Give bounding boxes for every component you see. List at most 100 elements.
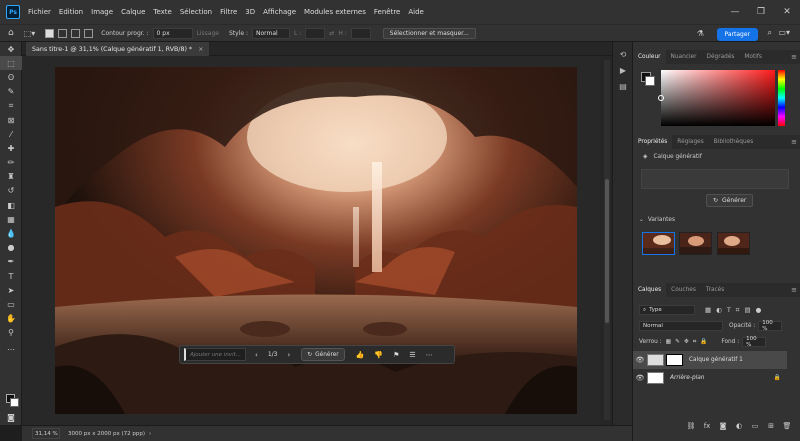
layer-filter-select[interactable]: ⌕ Type [639,305,695,315]
scrollbar-thumb[interactable] [605,179,609,323]
opacity-input[interactable]: 100 % [758,320,783,332]
clone-stamp-tool-icon[interactable]: ♜ [0,170,22,184]
tab-reglages[interactable]: Réglages [672,135,708,149]
add-mask-icon[interactable]: ◙ [715,422,731,430]
delete-layer-icon[interactable]: 🗑 [779,422,795,430]
thumbs-up-icon[interactable]: 👍 [351,351,370,359]
lasso-tool-icon[interactable]: ʘ [0,70,22,84]
tab-couleur[interactable]: Couleur [633,50,666,64]
select-and-mask-button[interactable]: Sélectionner et masquer... [382,27,476,39]
tab-couches[interactable]: Couches [666,283,701,297]
eraser-tool-icon[interactable]: ◧ [0,198,22,212]
intersect-selection-icon[interactable] [84,28,94,38]
tab-bibliotheques[interactable]: Bibliothèques [709,135,759,149]
eyedropper-tool-icon[interactable]: ⁄ [0,127,22,141]
zoom-tool-icon[interactable]: ⚲ [0,326,22,340]
antialias-checkbox[interactable]: Lissage [197,30,219,37]
prompt-input[interactable]: Ajouter une invit... [184,348,246,361]
menu-edition[interactable]: Edition [55,8,87,16]
brush-tool-icon[interactable]: ✏ [0,156,22,170]
tab-nuancier[interactable]: Nuancier [666,50,702,64]
status-menu-icon[interactable]: › [149,431,151,437]
panel-menu-icon[interactable]: ≡ [791,286,797,294]
menu-fenetre[interactable]: Fenêtre [370,8,404,16]
properties-generate-button[interactable]: ↻ Générer [706,194,754,207]
history-panel-icon[interactable]: ⟲ [613,46,633,62]
adjust-settings-icon[interactable]: ☰ [404,351,420,359]
variant-thumbnail-1[interactable] [642,232,675,255]
menu-aide[interactable]: Aide [404,8,427,16]
more-tools-icon[interactable]: … [0,340,22,354]
zoom-level[interactable]: 31,14 % [32,428,60,439]
layer-filter-icons[interactable]: ▦◐T⌗▤● [705,306,766,315]
panel-menu-icon[interactable]: ≡ [791,138,797,146]
feather-input[interactable]: 0 px [152,27,193,39]
picker-cursor[interactable] [658,95,664,101]
document-tab[interactable]: Sans titre-1 @ 31,1% (Calque génératif 1… [26,42,210,56]
share-button[interactable]: Partager [716,28,758,41]
gradient-tool-icon[interactable]: ▦ [0,212,22,226]
panel-menu-icon[interactable]: ≡ [791,53,797,61]
next-variation-icon[interactable]: › [282,351,295,359]
layer-row-generative[interactable]: 👁 Calque génératif 1 [633,351,787,369]
flask-icon[interactable]: ⚗ [697,29,704,38]
menu-fichier[interactable]: Fichier [24,8,55,16]
quick-mask-icon[interactable]: ◙ [0,410,22,424]
actions-panel-icon[interactable]: ▶ [613,62,633,78]
marquee-tool-icon[interactable]: ⬚ [0,56,22,71]
tab-proprietes[interactable]: Propriétés [633,135,673,149]
variant-thumbnail-3[interactable] [717,232,750,255]
menu-filtre[interactable]: Filtre [216,8,241,16]
tab-traces[interactable]: Tracés [701,283,729,297]
lock-options-icons[interactable]: ▦✎✥⌗🔒 [666,339,712,346]
menu-image[interactable]: Image [87,8,117,16]
report-flag-icon[interactable]: ⚑ [388,351,404,359]
new-group-icon[interactable]: ▭ [747,422,763,430]
color-picker-field[interactable] [658,70,775,126]
type-tool-icon[interactable]: T [0,269,22,283]
canvas-area[interactable] [22,56,600,425]
adjustment-layer-icon[interactable]: ◐ [731,422,747,430]
thumbs-down-icon[interactable]: 👎 [369,351,388,359]
eye-icon[interactable]: 👁 [633,374,647,382]
menu-calque[interactable]: Calque [117,8,149,16]
history-brush-tool-icon[interactable]: ↺ [0,184,22,198]
blend-mode-select[interactable]: Normal [639,321,723,331]
variants-header[interactable]: ⌄ Variantes [633,217,800,223]
menu-modules-externes[interactable]: Modules externes [300,8,370,16]
add-selection-icon[interactable] [58,28,68,38]
tab-motifs[interactable]: Motifs [739,50,767,64]
hue-slider[interactable] [778,70,785,126]
layer-row-background[interactable]: 👁 Arrière-plan 🔒 [633,369,787,387]
dodge-tool-icon[interactable]: ● [0,241,22,255]
move-tool-icon[interactable]: ✥ [0,42,22,56]
tab-degrades[interactable]: Dégradés [702,50,740,64]
restore-button[interactable]: ❐ [748,0,774,24]
minimize-button[interactable]: — [722,0,748,24]
menu-affichage[interactable]: Affichage [259,8,300,16]
previous-variation-icon[interactable]: ‹ [250,351,263,359]
pen-tool-icon[interactable]: ✒ [0,255,22,269]
frame-tool-icon[interactable]: ⊠ [0,113,22,127]
workspace-icon[interactable]: ▭▾ [778,28,790,37]
height-input[interactable] [350,27,371,39]
menu-3d[interactable]: 3D [241,8,259,16]
hand-tool-icon[interactable]: ✋ [0,312,22,326]
quick-select-tool-icon[interactable]: ✎ [0,85,22,99]
crop-tool-icon[interactable]: ⌗ [0,99,22,113]
subtract-selection-icon[interactable] [71,28,81,38]
eye-icon[interactable]: 👁 [633,356,647,364]
marquee-preset-icon[interactable]: ⬚▾ [24,29,36,38]
properties-prompt-area[interactable] [641,169,789,189]
close-tab-icon[interactable]: × [198,46,203,53]
link-layers-icon[interactable]: ⛓ [683,422,699,430]
menu-selection[interactable]: Sélection [176,8,216,16]
new-layer-icon[interactable]: ⊞ [763,422,779,430]
style-select[interactable]: Normal [252,27,290,39]
width-input[interactable] [305,27,326,39]
background-color-swatch[interactable] [10,398,19,407]
photoshop-logo[interactable]: Ps [6,5,20,19]
fill-input[interactable]: 100 % [742,336,767,348]
variant-thumbnail-2[interactable] [679,232,712,255]
close-window-button[interactable]: ✕ [774,0,800,24]
